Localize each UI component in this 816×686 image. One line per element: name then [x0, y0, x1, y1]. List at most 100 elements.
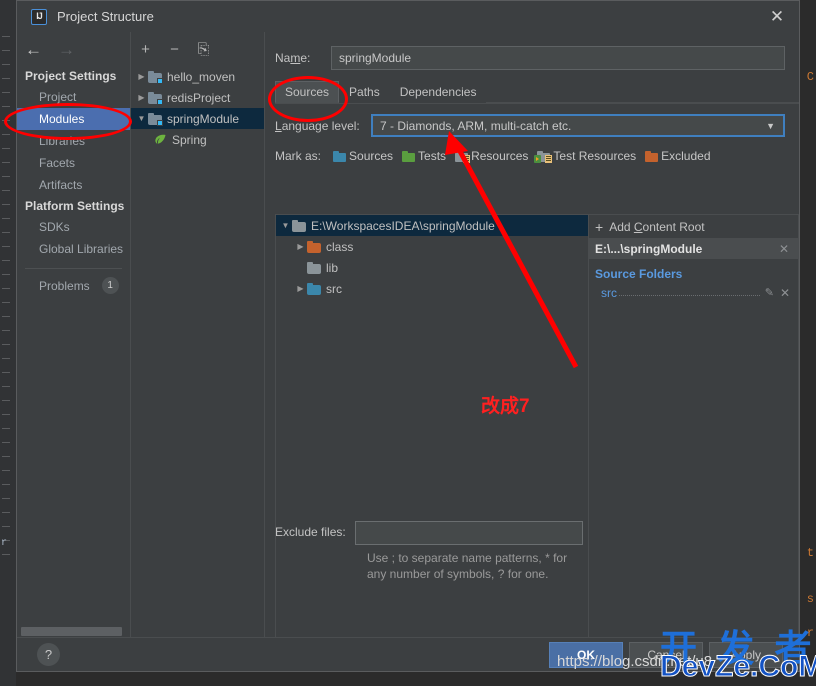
settings-sidebar: ← → Project Settings Project Modules Lib…	[17, 32, 131, 640]
module-folder-icon	[148, 70, 163, 84]
tab-sources[interactable]: Sources	[275, 81, 340, 103]
sidebar-item-global-libraries[interactable]: Global Libraries	[17, 238, 130, 260]
exclude-hint-line-1: Use ; to separate name patterns, * for	[367, 551, 568, 565]
tabstrip-filler	[486, 81, 799, 103]
sidebar-group-project-settings: Project Settings	[25, 69, 117, 83]
content-root-path-short: E:\...\springModule	[595, 241, 703, 256]
background-code-fragment: t	[806, 546, 814, 560]
source-folder-entry[interactable]: src ✎ ✕	[589, 283, 798, 302]
mark-as-excluded-label: Excluded	[661, 149, 711, 163]
close-icon[interactable]: ✕	[755, 1, 799, 32]
background-code-fragment: s	[806, 592, 814, 606]
name-label: Name:	[275, 51, 311, 65]
exclude-files-group: Use ; to separate name patterns, * for a…	[355, 521, 799, 582]
back-arrow-icon[interactable]: ←	[25, 41, 42, 58]
chevron-down-icon[interactable]: ▼	[762, 121, 779, 131]
background-right-strip	[800, 0, 816, 686]
module-name-input[interactable]: springModule	[331, 46, 785, 70]
sidebar-horizontal-scrollbar[interactable]	[21, 627, 126, 636]
test-resources-folder-icon	[534, 150, 553, 163]
content-root-header: E:\...\springModule ✕	[589, 238, 798, 259]
module-tree-row[interactable]: ▶ hello_moven	[131, 66, 264, 87]
exclude-files-label: Exclude files:	[275, 525, 346, 539]
mark-as-label: Mark as:	[275, 149, 322, 163]
module-folder-icon	[148, 112, 163, 126]
tree-twisty-icon[interactable]: ▼	[135, 114, 148, 123]
sidebar-item-problems[interactable]: Problems 1	[17, 269, 130, 294]
sidebar-item-sdks[interactable]: SDKs	[17, 216, 130, 238]
sidebar-item-libraries[interactable]: Libraries	[17, 130, 130, 152]
module-name: redisProject	[167, 90, 231, 105]
add-content-root-label: Add Content Root	[609, 219, 705, 234]
add-module-button[interactable]: +	[138, 42, 153, 57]
remove-source-folder-icon[interactable]: ✕	[777, 286, 793, 300]
language-level-value: 7 - Diamonds, ARM, multi-catch etc.	[380, 118, 572, 133]
tests-folder-icon	[402, 150, 416, 162]
module-name: hello_moven	[167, 69, 236, 84]
content-tree-row[interactable]: ▶ class	[276, 236, 588, 257]
exclude-files-hint: Use ; to separate name patterns, * for a…	[355, 545, 587, 582]
sidebar-item-facets[interactable]: Facets	[17, 152, 130, 174]
facet-name: Spring	[172, 132, 207, 147]
sidebar-group-platform-settings: Platform Settings	[25, 199, 125, 213]
language-level-combobox[interactable]: 7 - Diamonds, ARM, multi-catch etc. ▼	[371, 114, 785, 137]
module-name: springModule	[167, 111, 240, 126]
modules-tree-panel: + − ⎘ ▶ hello_moven ▶ redisProject ▼ spr…	[131, 32, 265, 640]
project-structure-dialog: IJ Project Structure ✕ ← → Project Setti…	[16, 0, 800, 672]
spring-leaf-icon	[153, 134, 167, 146]
background-gutter-marks	[2, 36, 14, 596]
background-code-fragment: C	[806, 70, 814, 84]
module-tree-row-selected[interactable]: ▼ springModule	[131, 108, 264, 129]
watermark-english: DevZe.CoM	[659, 650, 816, 684]
mark-as-tests-button[interactable]: Tests	[402, 149, 446, 163]
mark-as-resources-label: Resources	[471, 149, 529, 163]
mark-as-resources-button[interactable]: Resources	[455, 149, 528, 163]
tree-twisty-icon[interactable]: ▶	[135, 72, 148, 81]
modules-toolbar: + − ⎘	[131, 32, 264, 66]
tree-twisty-icon[interactable]: ▶	[294, 242, 307, 251]
dialog-titlebar: IJ Project Structure ✕	[17, 1, 799, 33]
dialog-body: ← → Project Settings Project Modules Lib…	[17, 32, 799, 640]
plus-icon: +	[595, 218, 604, 235]
exclude-files-row: Exclude files: Use ; to separate name pa…	[275, 521, 799, 582]
exclude-files-input[interactable]	[355, 521, 583, 545]
background-code-fragment: r	[1, 538, 8, 549]
sidebar-item-project[interactable]: Project	[17, 86, 130, 108]
problems-label: Problems	[39, 278, 90, 293]
tree-twisty-icon[interactable]: ▶	[135, 93, 148, 102]
sidebar-item-artifacts[interactable]: Artifacts	[17, 174, 130, 196]
content-tree-row[interactable]: ▶ src	[276, 278, 588, 299]
language-level-row: Language level: 7 - Diamonds, ARM, multi…	[265, 104, 799, 137]
content-root-path: E:\WorkspacesIDEA\springModule	[311, 218, 495, 233]
module-tree-row[interactable]: ▶ redisProject	[131, 87, 264, 108]
tab-dependencies[interactable]: Dependencies	[390, 81, 487, 103]
module-folder-icon	[148, 91, 163, 105]
problems-count-badge: 1	[101, 277, 119, 294]
copy-module-button[interactable]: ⎘	[196, 42, 211, 57]
folder-grey-icon	[292, 219, 306, 232]
tree-twisty-icon[interactable]: ▶	[294, 284, 307, 293]
folder-grey-icon	[307, 261, 321, 274]
folder-name: class	[326, 239, 354, 254]
mark-as-sources-label: Sources	[349, 149, 394, 163]
pencil-icon[interactable]: ✎	[762, 286, 777, 299]
content-tree-row-selected[interactable]: ▼ E:\WorkspacesIDEA\springModule	[276, 215, 588, 236]
mark-as-excluded-button[interactable]: Excluded	[645, 149, 711, 163]
content-tree-row[interactable]: lib	[276, 257, 588, 278]
exclude-hint-line-2: any number of symbols, ? for one.	[367, 567, 549, 581]
sidebar-item-modules[interactable]: Modules	[17, 108, 130, 130]
forward-arrow-icon[interactable]: →	[58, 41, 75, 58]
module-tree-row[interactable]: Spring	[131, 129, 264, 150]
source-folder-dots	[619, 286, 760, 296]
mark-as-test-resources-label: Test Resources	[553, 149, 637, 163]
remove-module-button[interactable]: −	[167, 42, 182, 57]
tab-paths[interactable]: Paths	[339, 81, 390, 103]
mark-as-test-resources-button[interactable]: Test Resources	[534, 149, 637, 163]
add-content-root-button[interactable]: + Add Content Root	[589, 215, 798, 238]
tree-twisty-icon[interactable]: ▼	[279, 221, 292, 230]
source-folders-title: Source Folders	[595, 267, 683, 281]
mark-as-sources-button[interactable]: Sources	[333, 149, 393, 163]
help-icon[interactable]: ?	[37, 643, 60, 666]
editor-tabs: Sources Paths Dependencies	[275, 81, 799, 104]
remove-content-root-icon[interactable]: ✕	[776, 242, 792, 256]
